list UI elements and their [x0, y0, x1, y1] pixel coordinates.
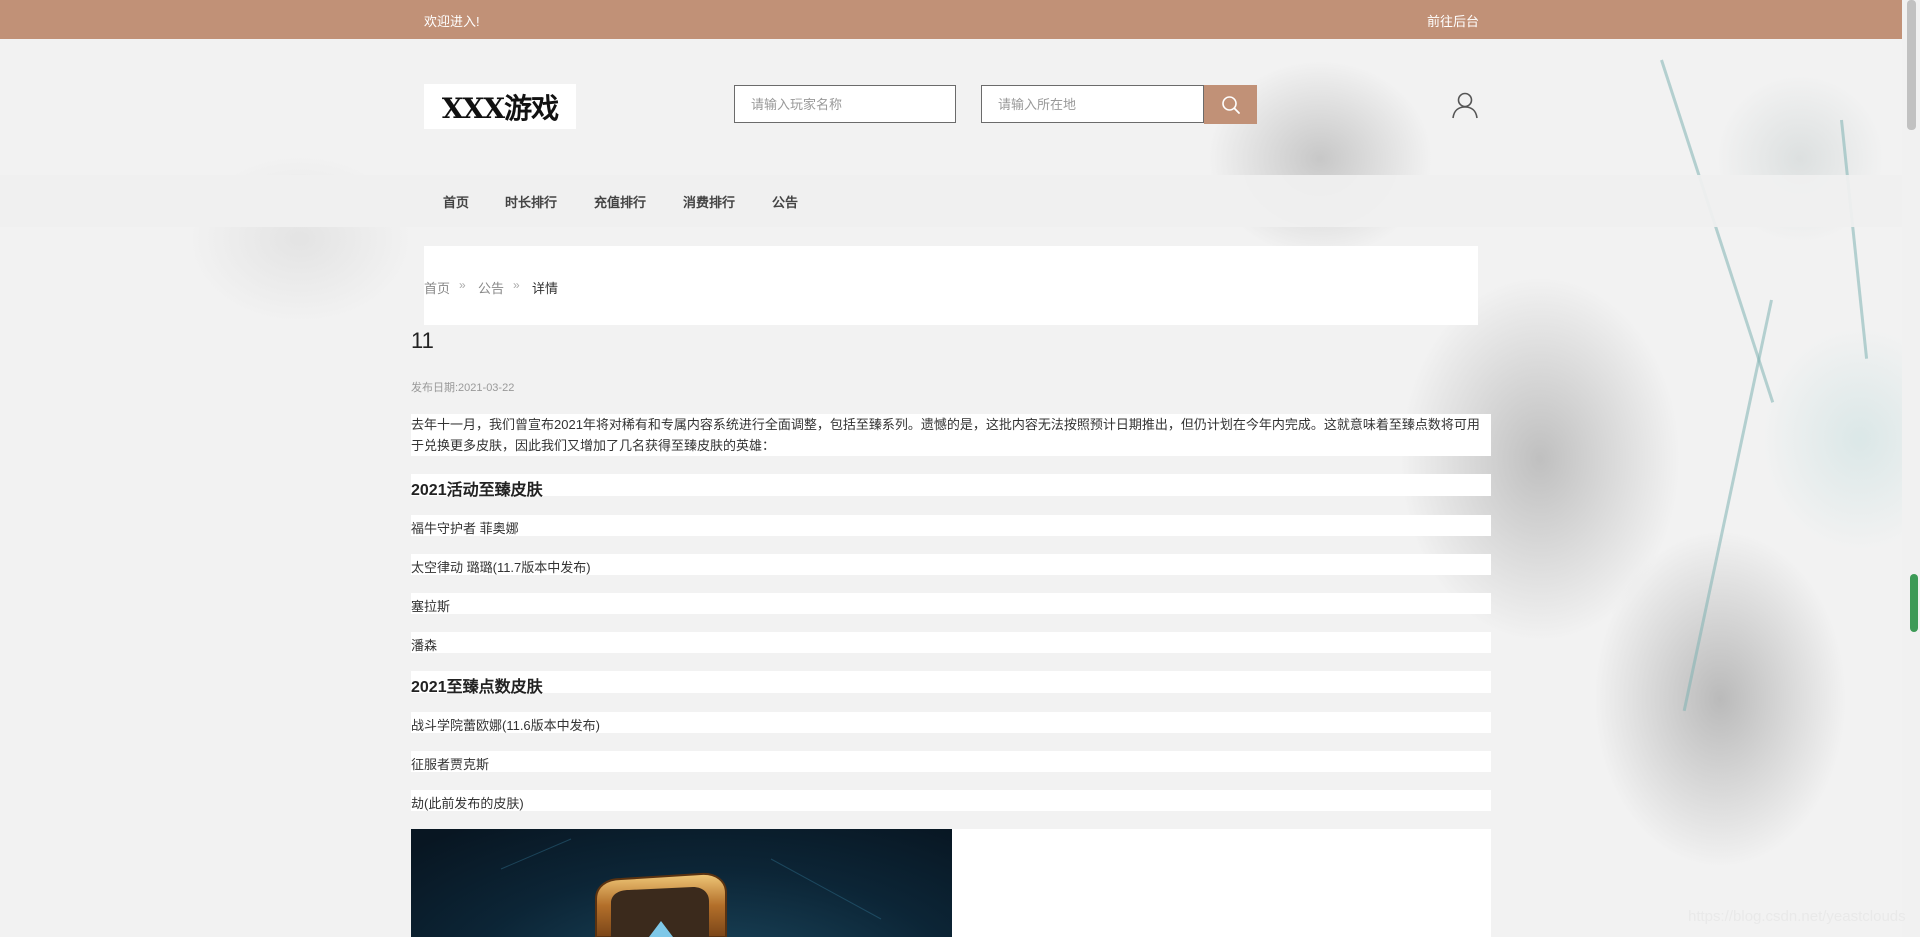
section-heading: 2021活动至臻皮肤	[411, 482, 543, 499]
content-band	[411, 474, 1491, 496]
search-button[interactable]	[1204, 85, 1257, 124]
welcome-text: 欢迎进入!	[424, 14, 480, 29]
list-item: 潘森	[411, 638, 438, 653]
breadcrumb-separator-icon: »	[459, 278, 466, 292]
breadcrumb-current: 详情	[532, 281, 559, 296]
logo-text: XXX游戏	[441, 91, 559, 125]
watermark-text: https://blog.csdn.net/yeastclouds	[1688, 908, 1906, 925]
location-input[interactable]	[981, 85, 1204, 123]
section-heading: 2021至臻点数皮肤	[411, 679, 543, 696]
list-item: 战斗学院蕾欧娜(11.6版本中发布)	[411, 718, 600, 733]
content-band	[411, 593, 1491, 614]
nav-announcement[interactable]: 公告	[772, 192, 798, 211]
content-band	[411, 671, 1491, 693]
list-item: 太空律动 璐璐(11.7版本中发布)	[411, 560, 591, 575]
breadcrumb-home[interactable]: 首页	[424, 278, 450, 297]
site-logo[interactable]: XXX游戏	[424, 84, 576, 129]
list-item: 劫(此前发布的皮肤)	[411, 796, 524, 811]
nav-home[interactable]: 首页	[443, 192, 469, 211]
user-icon[interactable]	[1450, 90, 1480, 120]
list-item: 征服者贾克斯	[411, 757, 490, 772]
article-intro: 去年十一月，我们曾宣布2021年将对稀有和专属内容系统进行全面调整，包括至臻系列…	[411, 417, 1480, 453]
content-band	[411, 515, 1491, 536]
nav-recharge-rank[interactable]: 充值排行	[594, 192, 646, 211]
content-band	[411, 632, 1491, 653]
content-band	[411, 751, 1491, 772]
content-band	[411, 790, 1491, 811]
nav-duration-rank[interactable]: 时长排行	[505, 192, 557, 211]
scrollbar-thumb[interactable]	[1907, 0, 1916, 130]
list-item: 福牛守护者 菲奥娜	[411, 521, 519, 536]
article-title: 11	[411, 328, 434, 353]
search-icon	[1221, 95, 1240, 114]
top-bar: 欢迎进入! 前往后台	[0, 0, 1902, 39]
main-nav: 首页 时长排行 充值排行 消费排行 公告	[0, 175, 1902, 227]
list-item: 塞拉斯	[411, 599, 451, 614]
breadcrumb: 首页 » 公告 » 详情	[424, 246, 1478, 325]
nav-spending-rank[interactable]: 消费排行	[683, 192, 735, 211]
game-emblem-icon	[500, 838, 882, 937]
player-name-input[interactable]	[734, 85, 956, 123]
breadcrumb-section[interactable]: 公告	[478, 278, 504, 297]
article-date: 发布日期:2021-03-22	[411, 382, 515, 394]
breadcrumb-separator-icon: »	[513, 278, 520, 292]
page-scrollbar[interactable]	[1902, 0, 1920, 937]
admin-link[interactable]: 前往后台	[1427, 11, 1479, 30]
side-indicator	[1910, 574, 1918, 632]
article-image	[411, 829, 952, 937]
